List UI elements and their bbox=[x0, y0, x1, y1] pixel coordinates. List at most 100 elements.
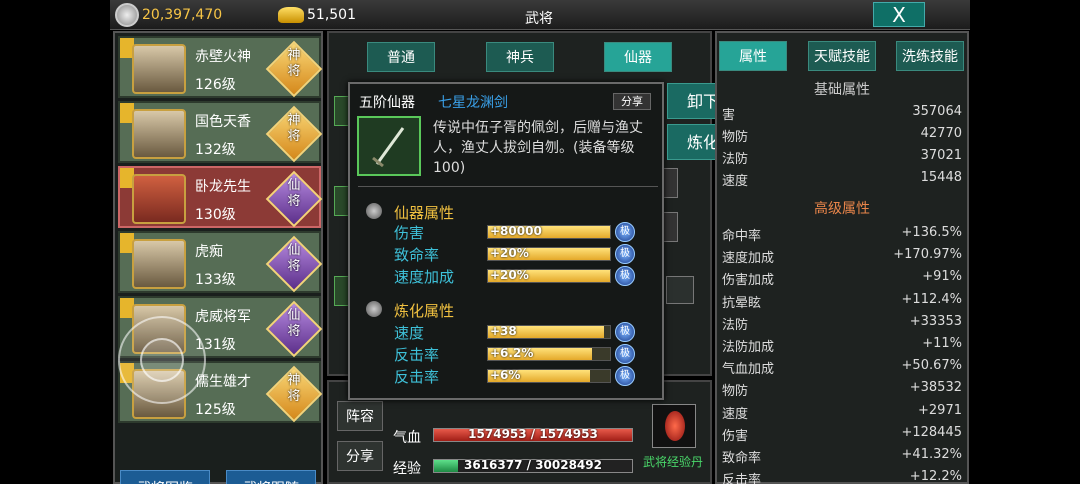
artifact-attr-title: 仙器属性 bbox=[394, 204, 455, 222]
attribute-value: +33353 bbox=[909, 313, 962, 329]
hero-list-panel: 赤壁火神 126级 神将 国色天香 132级 神将 卧龙先生 130级 仙将 虎痴 133级 仙将 虎威… bbox=[113, 31, 323, 484]
exp-pill-slot[interactable] bbox=[652, 404, 696, 448]
stat-value: +20% bbox=[490, 268, 529, 282]
attribute-value: +128445 bbox=[901, 424, 962, 440]
lineup-button[interactable]: 阵容 bbox=[337, 401, 383, 431]
hero-rank-label: 神将 bbox=[287, 373, 301, 404]
attribute-value: +38532 bbox=[909, 380, 962, 396]
stat-value: +20% bbox=[490, 246, 529, 260]
silver-amount: 20,397,470 bbox=[142, 7, 223, 23]
hero-list-item[interactable]: 虎痴 133级 仙将 bbox=[118, 231, 323, 293]
stat-name: 反击率 bbox=[394, 368, 440, 386]
attribute-value: +12.2% bbox=[909, 469, 962, 484]
extreme-grade-icon: 极 bbox=[615, 344, 635, 364]
attribute-name: 伤害 bbox=[722, 428, 749, 444]
exp-pill-icon bbox=[665, 411, 685, 441]
attribute-value: +112.4% bbox=[901, 291, 962, 307]
tab-normal[interactable]: 普通 bbox=[367, 42, 435, 72]
hero-follow-button[interactable]: 武将跟随 bbox=[226, 470, 316, 484]
attribute-name: 速度 bbox=[722, 174, 749, 189]
section-bullet-icon bbox=[366, 301, 382, 317]
hero-level: 125级 bbox=[195, 402, 236, 418]
sword-icon bbox=[372, 127, 405, 168]
exp-bar: 3616377 / 30028492 bbox=[433, 458, 633, 473]
hero-portrait bbox=[132, 109, 186, 159]
hero-name: 国色天香 bbox=[195, 114, 251, 130]
item-description: 传说中伍子胥的佩剑，后赠与渔丈人，渔丈人拔剑自刎。(装备等级100) bbox=[433, 120, 643, 176]
extreme-grade-icon: 极 bbox=[615, 266, 635, 286]
hero-list-item[interactable]: 赤壁火神 126级 神将 bbox=[118, 36, 323, 98]
hero-name: 虎痴 bbox=[195, 244, 223, 260]
attribute-value: 357064 bbox=[912, 104, 962, 119]
stat-name: 伤害 bbox=[394, 224, 425, 242]
attribute-value: +91% bbox=[922, 269, 962, 285]
stat-value: +80000 bbox=[490, 224, 542, 238]
hero-list-item[interactable]: 卧龙先生 130级 仙将 bbox=[118, 166, 323, 228]
stat-value: +6.2% bbox=[490, 346, 534, 360]
share-button[interactable]: 分享 bbox=[337, 441, 383, 471]
stat-bar: +6% bbox=[487, 368, 611, 383]
window-title: 武将 bbox=[525, 11, 553, 27]
attribute-name: 法防 bbox=[722, 152, 749, 167]
gold-ingot-icon bbox=[278, 7, 304, 23]
exp-pill-label: 武将经验丹 bbox=[643, 455, 704, 469]
attribute-name: 命中率 bbox=[722, 229, 762, 244]
item-share-button[interactable]: 分享 bbox=[613, 93, 651, 110]
attribute-name: 气血加成 bbox=[722, 362, 775, 378]
hero-name: 卧龙先生 bbox=[195, 179, 251, 195]
attribute-name: 伤害加成 bbox=[722, 273, 775, 289]
hp-bar: 1574953 / 1574953 bbox=[433, 427, 633, 442]
attribute-name: 害 bbox=[722, 108, 736, 123]
attribute-name: 法防 bbox=[722, 317, 749, 333]
attribute-value: +170.97% bbox=[893, 247, 962, 263]
attribute-name: 物防 bbox=[722, 384, 749, 400]
hero-rank-label: 仙将 bbox=[287, 178, 301, 209]
section-bullet-icon bbox=[366, 203, 382, 219]
attribute-name: 反击率 bbox=[722, 473, 762, 484]
close-button[interactable]: X bbox=[873, 2, 925, 27]
tab-talent-skills[interactable]: 天赋技能 bbox=[808, 41, 876, 71]
stat-name: 反击率 bbox=[394, 346, 440, 364]
tab-attributes[interactable]: 属性 bbox=[719, 41, 787, 71]
hero-atlas-button[interactable]: 武将图鉴 bbox=[120, 470, 210, 484]
attribute-value: +41.32% bbox=[901, 447, 962, 462]
attribute-value: 15448 bbox=[920, 170, 962, 185]
item-tier: 五阶仙器 bbox=[359, 95, 415, 111]
attribute-value: 42770 bbox=[920, 126, 962, 141]
tab-immortal-artifact[interactable]: 仙器 bbox=[604, 42, 672, 72]
extreme-grade-icon: 极 bbox=[615, 244, 635, 264]
hero-portrait bbox=[132, 44, 186, 94]
attribute-name: 速度加成 bbox=[722, 251, 775, 267]
attribute-value: +2971 bbox=[918, 402, 962, 418]
stat-bar: +6.2% bbox=[487, 346, 611, 361]
hero-portrait bbox=[132, 174, 186, 224]
tab-reforge-skills[interactable]: 洗练技能 bbox=[896, 41, 964, 71]
exp-label: 经验 bbox=[393, 461, 421, 477]
hero-rank-label: 神将 bbox=[287, 48, 301, 79]
basic-attr-title: 基础属性 bbox=[814, 82, 870, 98]
hero-list-item[interactable]: 国色天香 132级 神将 bbox=[118, 101, 323, 163]
stat-bar: +20% bbox=[487, 268, 611, 283]
stat-bar: +80000 bbox=[487, 224, 611, 239]
hero-level: 126级 bbox=[195, 77, 236, 93]
tab-divine-weapon[interactable]: 神兵 bbox=[486, 42, 554, 72]
extreme-grade-icon: 极 bbox=[615, 366, 635, 386]
hero-rank-label: 仙将 bbox=[287, 243, 301, 274]
game-screen: 20,397,470 51,501 武将 X 赤壁火神 126级 神将 国色天香 132… bbox=[0, 0, 1080, 484]
extreme-grade-icon: 极 bbox=[615, 222, 635, 242]
joystick-knob[interactable] bbox=[140, 338, 184, 382]
attribute-name: 物防 bbox=[722, 130, 749, 145]
hero-rank-label: 神将 bbox=[287, 113, 301, 144]
stat-name: 速度 bbox=[394, 324, 425, 342]
advanced-attr-title: 高级属性 bbox=[814, 201, 870, 217]
stat-bar: +20% bbox=[487, 246, 611, 261]
exp-value: 3616377 / 30028492 bbox=[464, 458, 602, 472]
attribute-name: 抗晕眩 bbox=[722, 295, 762, 311]
hp-value: 1574953 / 1574953 bbox=[468, 427, 598, 441]
stat-name: 速度加成 bbox=[394, 268, 455, 286]
divider bbox=[358, 186, 658, 187]
attribute-value: +50.67% bbox=[901, 358, 962, 374]
hero-portrait bbox=[132, 239, 186, 289]
stat-name: 致命率 bbox=[394, 246, 440, 264]
equipment-slot[interactable] bbox=[666, 276, 694, 304]
